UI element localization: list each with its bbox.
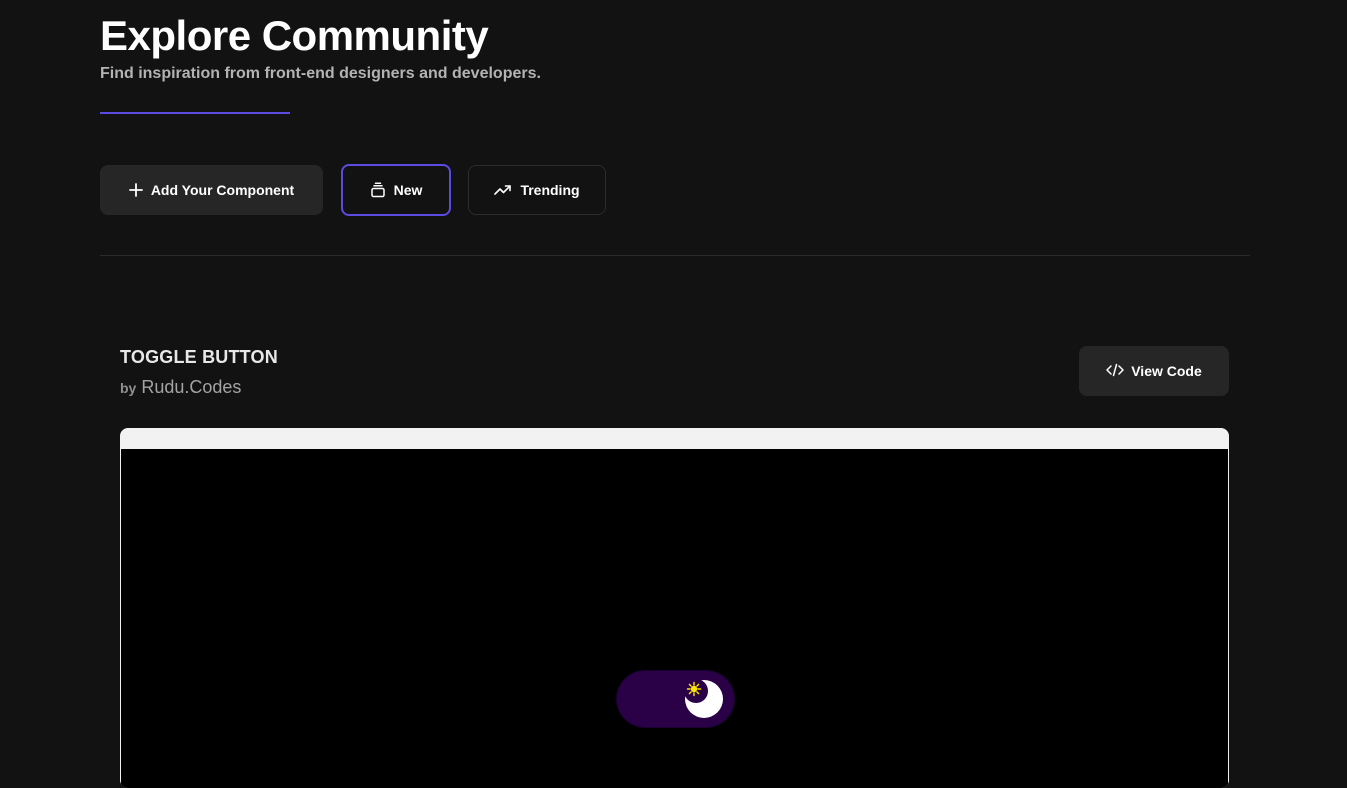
add-component-label: Add Your Component bbox=[150, 182, 295, 198]
stack-icon bbox=[370, 182, 386, 198]
tab-new-label: New bbox=[393, 182, 423, 198]
code-icon bbox=[1106, 363, 1124, 380]
theme-toggle-switch[interactable] bbox=[617, 671, 734, 727]
title-underline bbox=[100, 112, 290, 114]
tab-trending-label: Trending bbox=[520, 182, 580, 198]
author-name[interactable]: Rudu.Codes bbox=[141, 377, 241, 398]
view-code-button[interactable]: View Code bbox=[1079, 346, 1229, 396]
toggle-knob bbox=[684, 679, 724, 719]
component-title: TOGGLE BUTTON bbox=[120, 347, 278, 367]
trending-up-icon bbox=[494, 183, 512, 197]
page-title: Explore Community bbox=[100, 12, 489, 59]
view-code-label: View Code bbox=[1131, 363, 1202, 379]
section-divider bbox=[100, 255, 1250, 256]
component-preview-canvas bbox=[121, 449, 1228, 788]
plus-icon bbox=[128, 183, 143, 197]
page-subtitle: Find inspiration from front-end designer… bbox=[100, 65, 541, 82]
component-preview-frame bbox=[120, 428, 1229, 788]
add-component-button[interactable]: Add Your Component bbox=[100, 165, 323, 215]
by-label: by bbox=[120, 380, 137, 396]
component-author: by Rudu.Codes bbox=[120, 377, 241, 398]
tab-trending[interactable]: Trending bbox=[468, 165, 606, 215]
tab-new[interactable]: New bbox=[341, 164, 451, 216]
